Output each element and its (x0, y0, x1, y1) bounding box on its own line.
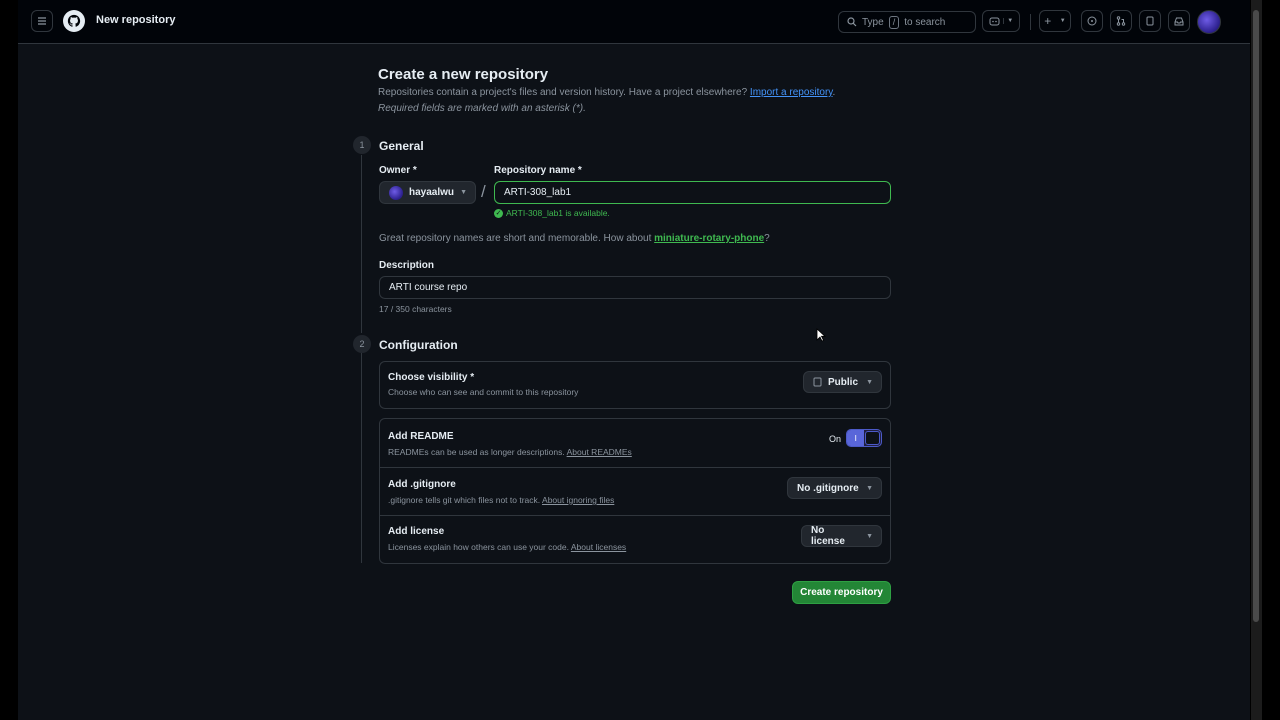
section-title-general: General (379, 139, 424, 153)
description-value: ARTI course repo (389, 282, 468, 293)
page-background (18, 0, 1250, 720)
visibility-title: Choose visibility * (388, 372, 475, 383)
section-title-configuration: Configuration (379, 338, 458, 352)
availability-text: ARTI-308_lab1 is available. (506, 208, 610, 218)
repositories-button[interactable] (1139, 10, 1161, 32)
visibility-value: Public (828, 376, 859, 388)
search-icon (847, 17, 857, 27)
notifications-button[interactable] (1168, 10, 1190, 32)
step-connector (361, 155, 362, 333)
issues-icon (1087, 16, 1097, 26)
toggle-knob (865, 431, 880, 445)
description-input[interactable]: ARTI course repo (379, 276, 891, 299)
hamburger-icon (38, 17, 46, 25)
scrollbar-thumb[interactable] (1253, 10, 1259, 622)
readme-toggle[interactable]: I (846, 429, 882, 447)
import-repository-link[interactable]: Import a repository (750, 87, 833, 98)
license-subtitle: Licenses explain how others can use your… (388, 542, 627, 552)
issues-button[interactable] (1081, 10, 1103, 32)
toggle-on-icon: I (847, 430, 865, 446)
search-shortcut-key: / (888, 15, 900, 29)
copilot-button[interactable]: ▼ (982, 10, 1020, 32)
chevron-down-icon: ▼ (460, 189, 467, 196)
create-repository-button[interactable]: Create repository (792, 581, 891, 604)
gitignore-title: Add .gitignore (388, 479, 456, 490)
repo-name-value: ARTI-308_lab1 (504, 187, 572, 198)
license-dropdown[interactable]: No license ▼ (801, 525, 882, 547)
row-divider (380, 467, 890, 468)
visibility-dropdown[interactable]: Public ▼ (803, 371, 882, 393)
pull-requests-button[interactable] (1110, 10, 1132, 32)
step-number: 2 (353, 335, 371, 353)
copilot-icon (989, 17, 1000, 26)
plus-icon: + (1044, 14, 1052, 28)
repo-name-input[interactable]: ARTI-308_lab1 (494, 181, 891, 204)
check-circle-icon: ✓ (494, 208, 503, 218)
chevron-down-icon: ▼ (866, 378, 873, 386)
chevron-down-icon: ▼ (866, 484, 873, 492)
github-logo-icon[interactable] (63, 10, 85, 32)
pull-request-icon (1116, 16, 1126, 26)
chevron-down-icon: ▼ (866, 532, 873, 540)
owner-label: Owner * (379, 165, 417, 176)
suggestion-text: Great repository names are short and mem… (379, 233, 652, 244)
description-label: Description (379, 260, 435, 271)
owner-value: hayaalwu (409, 187, 455, 198)
header-title: New repository (96, 14, 176, 26)
chevron-down-icon: ▼ (1059, 18, 1066, 24)
gitignore-subtitle: .gitignore tells git which files not to … (388, 495, 615, 505)
owner-dropdown[interactable]: hayaalwu ▼ (379, 181, 476, 204)
mouse-cursor-icon (816, 328, 826, 342)
name-suggestion: Great repository names are short and mem… (379, 233, 770, 244)
suggested-name-link[interactable]: miniature-rotary-phone (654, 233, 764, 244)
create-new-button[interactable]: + ▼ (1039, 10, 1071, 32)
repo-name-label: Repository name * (494, 165, 582, 176)
owner-repo-separator: / (481, 182, 486, 201)
about-readmes-link[interactable]: About READMEs (567, 447, 632, 457)
owner-avatar (389, 185, 403, 200)
gitignore-value: No .gitignore (797, 482, 859, 494)
page-title: Create a new repository (378, 66, 549, 83)
readme-subtitle: READMEs can be used as longer descriptio… (388, 447, 632, 457)
page-intro: Repositories contain a project's files a… (378, 87, 836, 98)
chevron-down-icon: ▼ (1003, 18, 1013, 24)
step-connector (361, 353, 362, 563)
repo-icon (813, 377, 822, 387)
availability-message: ✓ ARTI-308_lab1 is available. (494, 208, 610, 218)
intro-text: Repositories contain a project's files a… (378, 87, 748, 98)
step-number: 1 (353, 136, 371, 154)
row-divider (380, 515, 890, 516)
user-avatar[interactable] (1197, 10, 1221, 34)
search-suffix: to search (904, 16, 946, 28)
visibility-subtitle: Choose who can see and commit to this re… (388, 387, 579, 397)
header-divider (1030, 14, 1031, 30)
license-value: No license (811, 525, 845, 547)
license-title: Add license (388, 526, 445, 537)
search-prefix: Type (862, 16, 884, 28)
about-licenses-link[interactable]: About licenses (571, 542, 626, 552)
readme-toggle-label: On (829, 434, 842, 444)
about-ignoring-files-link[interactable]: About ignoring files (542, 495, 614, 505)
readme-title: Add README (388, 431, 454, 442)
gitignore-dropdown[interactable]: No .gitignore ▼ (787, 477, 882, 499)
character-counter: 17 / 350 characters (379, 304, 452, 314)
inbox-icon (1174, 17, 1184, 26)
menu-button[interactable] (31, 10, 53, 32)
repo-icon (1146, 16, 1154, 26)
search-input[interactable]: Type / to search (838, 11, 976, 33)
required-note: Required fields are marked with an aster… (378, 103, 586, 114)
